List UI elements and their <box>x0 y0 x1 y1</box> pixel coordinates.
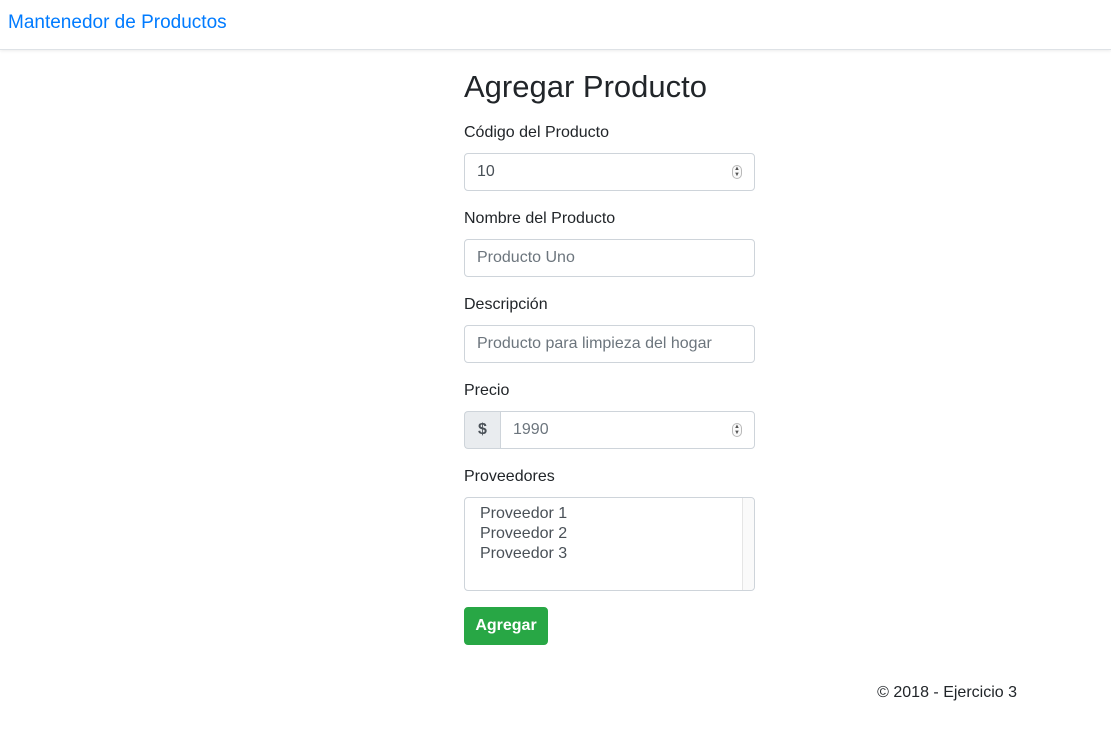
select-scrollbar[interactable] <box>742 498 754 590</box>
currency-addon: $ <box>464 411 500 449</box>
nombre-input[interactable]: Producto Uno <box>464 239 755 277</box>
precio-stepper-icon[interactable]: ▲ ▼ <box>732 423 742 437</box>
nombre-placeholder: Producto Uno <box>477 249 575 266</box>
proveedor-option[interactable]: Proveedor 2 <box>480 524 754 544</box>
codigo-label: Código del Producto <box>464 124 609 141</box>
precio-label: Precio <box>464 382 510 399</box>
footer-text: © 2018 - Ejercicio 3 <box>877 684 1017 701</box>
proveedores-select[interactable]: Proveedor 1 Proveedor 2 Proveedor 3 <box>464 497 755 591</box>
descripcion-input[interactable]: Producto para limpieza del hogar <box>464 325 755 363</box>
brand-link[interactable]: Mantenedor de Productos <box>8 12 227 34</box>
codigo-input[interactable]: 10 ▲ ▼ <box>464 153 755 191</box>
descripcion-group: Descripción Producto para limpieza del h… <box>464 295 755 363</box>
proveedores-group: Proveedores Proveedor 1 Proveedor 2 Prov… <box>464 467 755 591</box>
precio-input[interactable]: 1990 ▲ ▼ <box>500 411 755 449</box>
precio-input-group: $ 1990 ▲ ▼ <box>464 411 755 449</box>
nombre-group: Nombre del Producto Producto Uno <box>464 209 755 277</box>
page-title: Agregar Producto <box>464 69 707 104</box>
navbar: Mantenedor de Productos <box>0 0 1111 50</box>
codigo-value: 10 <box>477 163 495 180</box>
codigo-group: Código del Producto 10 ▲ ▼ <box>464 123 755 191</box>
main-content: Agregar Producto Código del Producto 10 … <box>464 68 755 645</box>
precio-group: Precio $ 1990 ▲ ▼ <box>464 381 755 449</box>
proveedores-label: Proveedores <box>464 468 555 485</box>
precio-placeholder: 1990 <box>513 421 549 438</box>
descripcion-label: Descripción <box>464 296 548 313</box>
codigo-stepper-icon[interactable]: ▲ ▼ <box>732 165 742 179</box>
proveedor-option[interactable]: Proveedor 3 <box>480 544 754 564</box>
agregar-button[interactable]: Agregar <box>464 607 548 645</box>
proveedor-option[interactable]: Proveedor 1 <box>480 504 754 524</box>
nombre-label: Nombre del Producto <box>464 210 616 227</box>
descripcion-placeholder: Producto para limpieza del hogar <box>477 335 712 352</box>
